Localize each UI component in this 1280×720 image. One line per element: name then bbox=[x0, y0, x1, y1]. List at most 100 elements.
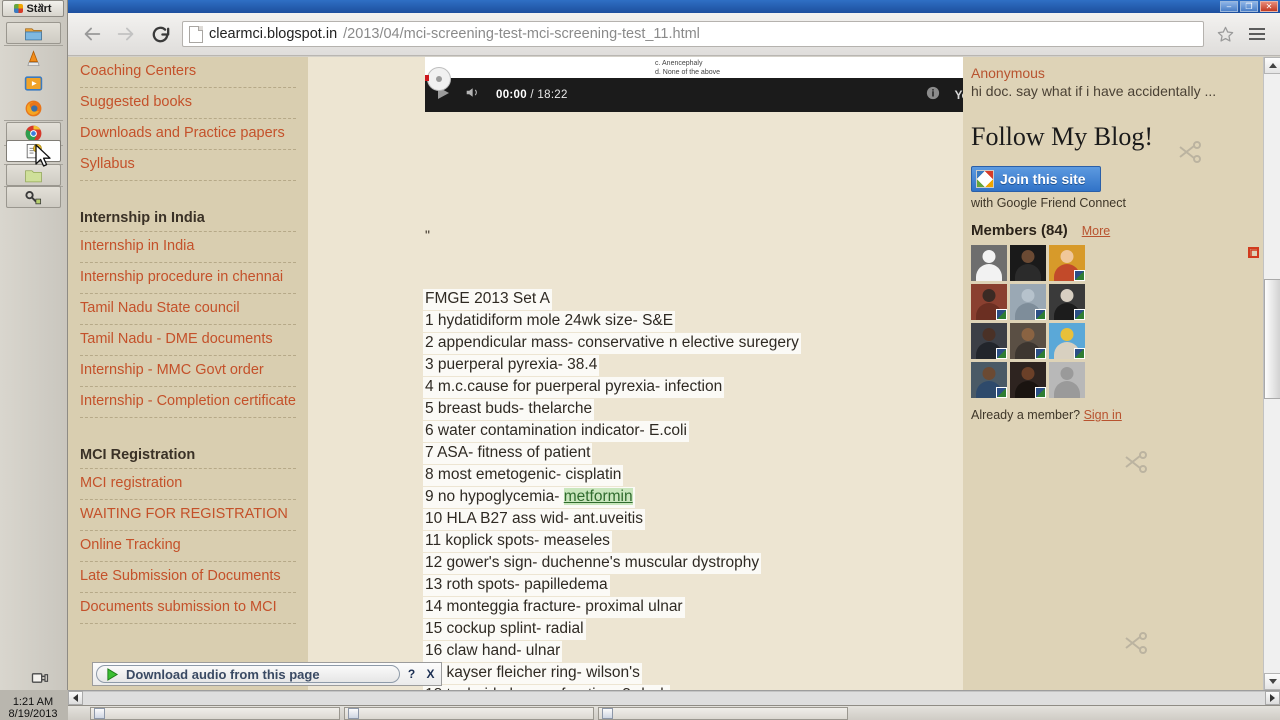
members-avatar-grid bbox=[971, 245, 1255, 398]
url-domain: clearmci.blogspot.in bbox=[209, 26, 338, 42]
reload-button[interactable] bbox=[148, 22, 172, 46]
blog-nav-link[interactable]: MCI registration bbox=[80, 469, 296, 500]
blog-nav-heading: MCI Registration bbox=[80, 430, 296, 469]
back-button[interactable] bbox=[80, 22, 104, 46]
video-option-d: d. None of the above bbox=[655, 69, 720, 76]
page-vertical-scrollbar[interactable] bbox=[1263, 57, 1280, 690]
forward-arrow-icon bbox=[117, 27, 134, 41]
blog-nav-link[interactable]: Internship procedure in chennai bbox=[80, 263, 296, 294]
window-horizontal-scrollbar[interactable] bbox=[68, 690, 1280, 706]
already-member-text: Already a member? Sign in bbox=[971, 408, 1255, 423]
taskbar-item[interactable] bbox=[90, 706, 340, 720]
answer-line: 4 m.c.cause for puerperal pyrexia- infec… bbox=[423, 377, 725, 398]
taskbar-item-icon bbox=[602, 707, 613, 719]
blog-nav-link[interactable]: Late Submission of Documents bbox=[80, 562, 296, 593]
tray-overflow-chevron[interactable]: » bbox=[38, 0, 44, 12]
dock-item-security-key[interactable] bbox=[6, 186, 61, 208]
answer-inline-link[interactable]: metformin bbox=[563, 488, 633, 505]
window-titlebar[interactable]: – ❐ ✕ bbox=[68, 0, 1280, 13]
system-clock[interactable]: 1:21 AM 8/19/2013 bbox=[0, 696, 66, 720]
hscroll-right-button[interactable] bbox=[1265, 691, 1280, 705]
player-progress-handle[interactable] bbox=[427, 67, 451, 91]
blog-nav-link[interactable]: Syllabus bbox=[80, 150, 296, 181]
member-avatar[interactable] bbox=[1010, 323, 1046, 359]
clip-icon-top bbox=[1179, 141, 1201, 163]
sign-in-link[interactable]: Sign in bbox=[1084, 408, 1122, 422]
menu-bar-2-icon bbox=[1249, 33, 1265, 35]
popout-icon[interactable] bbox=[1246, 245, 1262, 261]
member-avatar[interactable] bbox=[1049, 284, 1085, 320]
blog-nav-link[interactable]: Internship - MMC Govt order bbox=[80, 356, 296, 387]
window-minimize-button[interactable]: – bbox=[1220, 1, 1238, 12]
member-avatar[interactable] bbox=[971, 323, 1007, 359]
comment-snippet: hi doc. say what if i have accidentally … bbox=[971, 83, 1217, 99]
answer-line: 15 cockup splint- radial bbox=[423, 619, 586, 640]
member-avatar[interactable] bbox=[1049, 362, 1085, 398]
player-volume-button[interactable] bbox=[465, 85, 482, 105]
blog-nav-link[interactable]: Internship in India bbox=[80, 232, 296, 263]
answer-line: 3 puerperal pyrexia- 38.4 bbox=[423, 355, 600, 376]
comment-author[interactable]: Anonymous bbox=[971, 65, 1255, 82]
taskbar-item[interactable] bbox=[598, 706, 848, 720]
key-icon bbox=[25, 190, 42, 204]
blog-nav-link[interactable]: Suggested books bbox=[80, 88, 296, 119]
window-close-button[interactable]: ✕ bbox=[1260, 1, 1278, 12]
scroll-up-button[interactable] bbox=[1264, 57, 1280, 74]
member-avatar[interactable] bbox=[1010, 362, 1046, 398]
member-avatar[interactable] bbox=[1049, 323, 1085, 359]
answer-line: 7 ASA- fitness of patient bbox=[423, 443, 593, 464]
chrome-menu-button[interactable] bbox=[1246, 23, 1268, 45]
members-more-link[interactable]: More bbox=[1082, 224, 1110, 238]
member-avatar[interactable] bbox=[971, 245, 1007, 281]
download-bar-help-button[interactable]: ? bbox=[404, 666, 419, 682]
member-avatar[interactable] bbox=[1010, 245, 1046, 281]
download-audio-label: Download audio from this page bbox=[126, 666, 320, 682]
blog-nav-link[interactable]: Tamil Nadu State council bbox=[80, 294, 296, 325]
bookmark-star-button[interactable] bbox=[1214, 23, 1236, 45]
avatar-body bbox=[1054, 381, 1080, 398]
blog-nav-link[interactable]: WAITING FOR REGISTRATION bbox=[80, 500, 296, 531]
download-bar-close-button[interactable]: X bbox=[423, 666, 438, 682]
download-audio-button[interactable]: Download audio from this page bbox=[96, 665, 400, 683]
blog-nav-link[interactable]: Online Tracking bbox=[80, 531, 296, 562]
hscroll-left-button[interactable] bbox=[68, 691, 83, 705]
avatar-badge-icon bbox=[1035, 348, 1046, 359]
answer-line: 11 koplick spots- measeles bbox=[423, 531, 612, 552]
youtube-player[interactable]: c. Anencephaly d. None of the above 00:0… bbox=[425, 57, 1052, 112]
member-avatar[interactable] bbox=[971, 284, 1007, 320]
blog-nav-heading: Internship in India bbox=[80, 193, 296, 232]
member-avatar[interactable] bbox=[1010, 284, 1046, 320]
system-tray: » 1:21 AM 8/19/2013 bbox=[0, 0, 68, 720]
answer-line: 5 breast buds- thelarche bbox=[423, 399, 595, 420]
address-bar[interactable]: clearmci.blogspot.in/2013/04/mci-screeni… bbox=[182, 21, 1204, 47]
window-maximize-button[interactable]: ❐ bbox=[1240, 1, 1258, 12]
blog-nav-link[interactable]: Documents submission to MCI bbox=[80, 593, 296, 624]
dock-item-media-player[interactable] bbox=[6, 72, 61, 94]
join-this-site-button[interactable]: Join this site bbox=[971, 166, 1101, 192]
blog-nav-link[interactable]: Tamil Nadu - DME documents bbox=[80, 325, 296, 356]
taskbar-item[interactable] bbox=[344, 706, 594, 720]
hscroll-track[interactable] bbox=[83, 690, 1265, 706]
blog-nav-link[interactable]: Internship - Completion certificate bbox=[80, 387, 296, 418]
clip-icon-bottom bbox=[1125, 632, 1147, 654]
blog-nav-link[interactable]: Downloads and Practice papers bbox=[80, 119, 296, 150]
scrollbar-thumb[interactable] bbox=[1264, 279, 1280, 399]
player-info-button[interactable] bbox=[926, 86, 940, 105]
scroll-down-button[interactable] bbox=[1264, 673, 1280, 690]
member-avatar[interactable] bbox=[1049, 245, 1085, 281]
player-time-separator: / bbox=[530, 89, 534, 101]
system-dock: Start bbox=[0, 0, 68, 690]
member-avatar[interactable] bbox=[971, 362, 1007, 398]
player-progress-fill bbox=[425, 75, 429, 81]
dock-item-firefox[interactable] bbox=[6, 97, 61, 119]
desktop: Start » 1:21 AM 8/19/2013 – ❐ ✕ clearmci… bbox=[0, 0, 1280, 720]
blog-nav-link[interactable]: Coaching Centers bbox=[80, 57, 296, 88]
avatar-badge-icon bbox=[1074, 270, 1085, 281]
download-audio-bar: Download audio from this page ? X bbox=[92, 662, 442, 686]
post-quote-mark: " bbox=[425, 227, 430, 243]
tray-plug-icon[interactable] bbox=[30, 668, 50, 693]
avatar-head bbox=[1021, 250, 1035, 263]
forward-button[interactable] bbox=[114, 22, 138, 46]
avatar-head bbox=[1060, 328, 1074, 341]
avatar-head bbox=[1060, 367, 1074, 380]
